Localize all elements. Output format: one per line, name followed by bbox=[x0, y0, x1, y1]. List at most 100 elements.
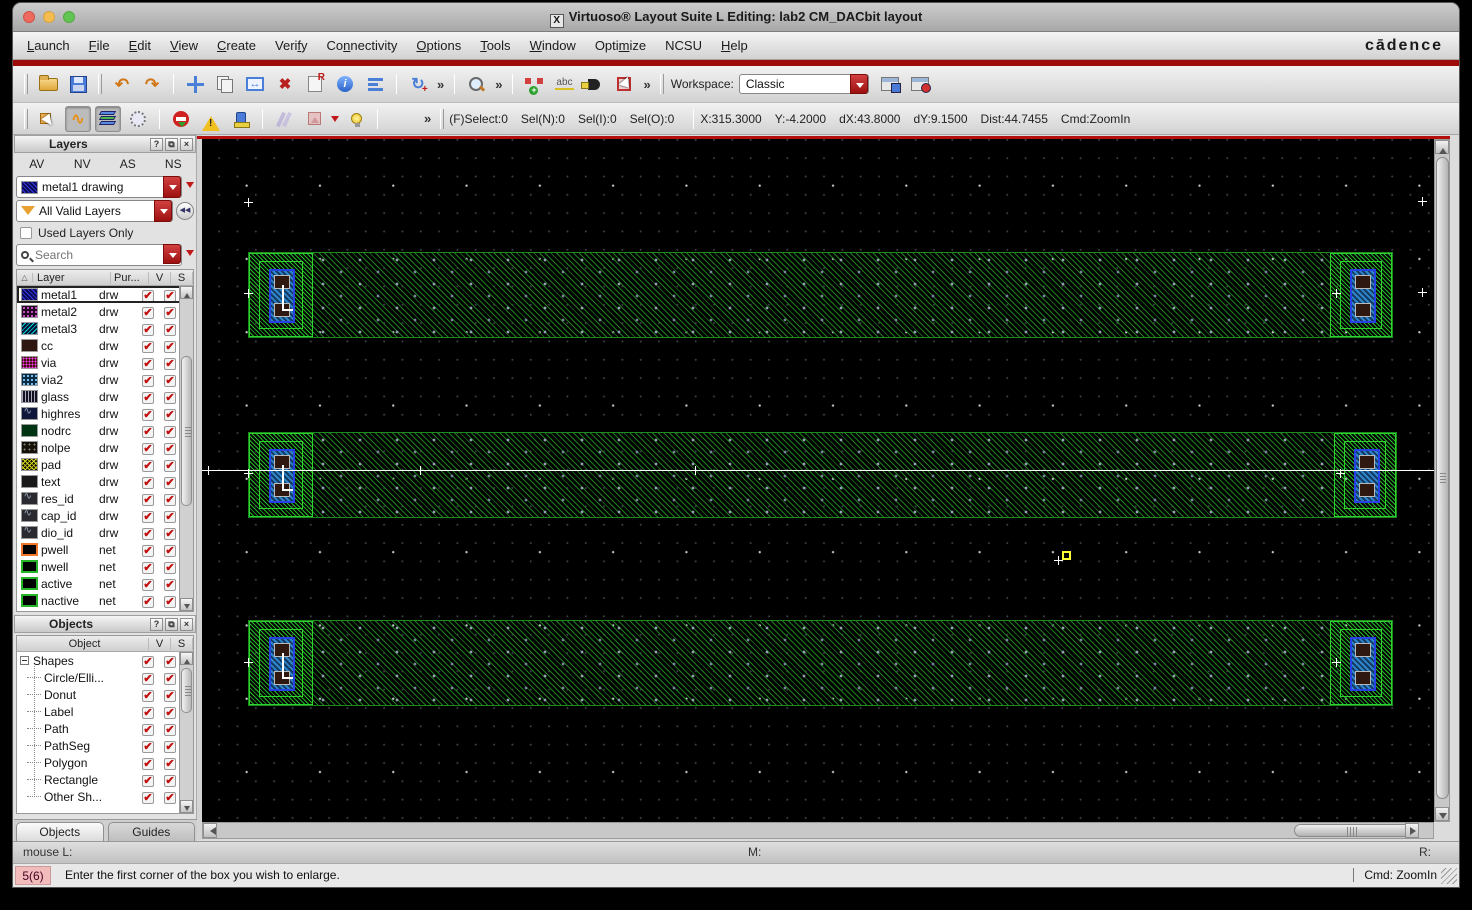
mode-header-ns[interactable]: NS bbox=[151, 157, 197, 171]
mode-header-nv[interactable]: NV bbox=[60, 157, 106, 171]
collapse-panel-button[interactable]: ◀◀ bbox=[176, 202, 194, 220]
visible-checkbox[interactable]: ✔ bbox=[142, 723, 154, 736]
col-selectable[interactable]: S bbox=[171, 637, 193, 650]
layer-row-via2[interactable]: via2 drw ✔ ✔ bbox=[17, 371, 181, 388]
redo-button[interactable]: ↷ bbox=[139, 71, 165, 97]
search-input[interactable] bbox=[33, 247, 133, 263]
objects-panel-header[interactable]: Objects ? ⧉ × bbox=[14, 615, 196, 633]
open-button[interactable] bbox=[35, 71, 61, 97]
pin-button[interactable] bbox=[581, 71, 607, 97]
menu-edit[interactable]: Edit bbox=[129, 38, 151, 53]
layer-row-nwell[interactable]: nwell net ✔ ✔ bbox=[17, 558, 181, 575]
visible-checkbox[interactable]: ✔ bbox=[142, 757, 154, 770]
col-object[interactable]: Object bbox=[17, 637, 149, 650]
tab-objects[interactable]: Objects bbox=[16, 822, 104, 841]
visible-checkbox[interactable]: ✔ bbox=[142, 595, 154, 608]
label-button[interactable]: abc bbox=[551, 71, 577, 97]
delete-workspace-button[interactable] bbox=[907, 71, 933, 97]
layer-tap-button[interactable] bbox=[95, 105, 121, 132]
visible-checkbox[interactable]: ✔ bbox=[142, 442, 154, 455]
visible-checkbox[interactable]: ✔ bbox=[142, 561, 154, 574]
used-layers-checkbox[interactable] bbox=[20, 227, 32, 239]
canvas-vscrollbar[interactable] bbox=[1434, 139, 1450, 822]
visible-checkbox[interactable]: ✔ bbox=[142, 740, 154, 753]
marker-dropdown-icon[interactable] bbox=[331, 115, 339, 126]
resistor-band-3[interactable] bbox=[248, 620, 1393, 706]
save-workspace-button[interactable] bbox=[877, 71, 903, 97]
menu-connectivity[interactable]: Connectivity bbox=[327, 38, 398, 53]
delete-button[interactable]: ✖ bbox=[272, 71, 298, 97]
selectable-checkbox[interactable]: ✔ bbox=[164, 578, 176, 591]
layer-row-nodrc[interactable]: nodrc drw ✔ ✔ bbox=[17, 422, 181, 439]
selectable-checkbox[interactable]: ✔ bbox=[164, 289, 176, 302]
layer-row-text[interactable]: text drw ✔ ✔ bbox=[17, 473, 181, 490]
scroll-right-icon[interactable] bbox=[1405, 823, 1419, 838]
active-layer-select[interactable]: metal1 drawing bbox=[16, 176, 182, 198]
resistor-body[interactable] bbox=[313, 253, 1330, 337]
visible-checkbox[interactable]: ✔ bbox=[142, 510, 154, 523]
layer-row-cc[interactable]: cc drw ✔ ✔ bbox=[17, 337, 181, 354]
stop-button[interactable] bbox=[168, 106, 194, 132]
scroll-down-icon[interactable] bbox=[180, 800, 193, 813]
save-button[interactable] bbox=[65, 71, 91, 97]
float-icon[interactable]: ⧉ bbox=[165, 618, 178, 631]
visible-checkbox[interactable]: ✔ bbox=[142, 544, 154, 557]
resistor-band-2[interactable] bbox=[248, 432, 1397, 518]
layer-caret-icon[interactable] bbox=[186, 182, 194, 192]
wire-edit-button[interactable]: ∿ bbox=[65, 105, 91, 132]
collapse-icon[interactable] bbox=[20, 656, 29, 665]
selectable-checkbox[interactable]: ✔ bbox=[164, 459, 176, 472]
selectable-checkbox[interactable]: ✔ bbox=[164, 408, 176, 421]
scroll-up-icon[interactable] bbox=[180, 286, 193, 299]
col-visible[interactable]: V bbox=[149, 271, 171, 284]
overflow-chevron[interactable]: » bbox=[495, 77, 502, 92]
layer-row-res_id[interactable]: res_id drw ✔ ✔ bbox=[17, 490, 181, 507]
toolbar-grip[interactable] bbox=[24, 74, 28, 94]
metal1-contact[interactable] bbox=[269, 269, 295, 323]
menu-ncsu[interactable]: NCSU bbox=[665, 38, 702, 53]
visible-checkbox[interactable]: ✔ bbox=[142, 340, 154, 353]
toolbar-grip[interactable] bbox=[659, 74, 664, 94]
object-row-shapes[interactable]: Shapes ✔ ✔ bbox=[17, 652, 181, 669]
visible-checkbox[interactable]: ✔ bbox=[142, 578, 154, 591]
float-icon[interactable]: ⧉ bbox=[165, 138, 178, 151]
menu-help[interactable]: Help bbox=[721, 38, 748, 53]
resistor-body[interactable] bbox=[313, 621, 1330, 705]
toolbar-grip[interactable] bbox=[24, 108, 28, 129]
objects-table-header[interactable]: Object V S bbox=[17, 636, 193, 652]
visible-checkbox[interactable]: ✔ bbox=[142, 655, 154, 668]
metal1-contact[interactable] bbox=[269, 449, 295, 503]
selectable-checkbox[interactable]: ✔ bbox=[164, 340, 176, 353]
col-layer[interactable]: Layer bbox=[33, 271, 111, 284]
selectable-checkbox[interactable]: ✔ bbox=[164, 323, 176, 336]
scroll-up-icon[interactable] bbox=[1435, 140, 1449, 154]
menu-optimize[interactable]: Optimize bbox=[595, 38, 646, 53]
scroll-left-icon[interactable] bbox=[203, 823, 217, 838]
move-button[interactable] bbox=[182, 71, 208, 97]
visible-checkbox[interactable]: ✔ bbox=[142, 357, 154, 370]
left-terminal[interactable] bbox=[249, 253, 313, 337]
layer-row-metal2[interactable]: metal2 drw ✔ ✔ bbox=[17, 303, 181, 320]
layer-row-nactive[interactable]: nactive net ✔ ✔ bbox=[17, 592, 181, 609]
area-select-button[interactable] bbox=[125, 106, 151, 132]
metal1-contact[interactable] bbox=[269, 637, 295, 691]
selectable-checkbox[interactable]: ✔ bbox=[164, 306, 176, 319]
selectable-checkbox[interactable]: ✔ bbox=[164, 655, 176, 668]
selectable-checkbox[interactable]: ✔ bbox=[164, 357, 176, 370]
search-caret-icon[interactable] bbox=[186, 250, 194, 260]
scroll-down-icon[interactable] bbox=[180, 598, 193, 611]
scrollbar-thumb[interactable] bbox=[181, 668, 192, 713]
canvas-hscrollbar[interactable] bbox=[202, 822, 1434, 839]
object-row-rectangle[interactable]: Rectangle ✔ ✔ bbox=[17, 771, 181, 788]
dropdown-arrow-icon[interactable] bbox=[163, 176, 181, 198]
ideas-button[interactable] bbox=[343, 106, 369, 132]
object-row-pathseg[interactable]: PathSeg ✔ ✔ bbox=[17, 737, 181, 754]
visible-checkbox[interactable]: ✔ bbox=[142, 459, 154, 472]
object-row-polygon[interactable]: Polygon ✔ ✔ bbox=[17, 754, 181, 771]
device-button[interactable] bbox=[228, 106, 254, 132]
info-button[interactable]: i bbox=[332, 71, 358, 97]
visible-checkbox[interactable]: ✔ bbox=[142, 791, 154, 804]
selectable-checkbox[interactable]: ✔ bbox=[164, 672, 176, 685]
zoom-tool-button[interactable] bbox=[463, 71, 489, 97]
col-purpose[interactable]: Pur... bbox=[111, 271, 149, 284]
